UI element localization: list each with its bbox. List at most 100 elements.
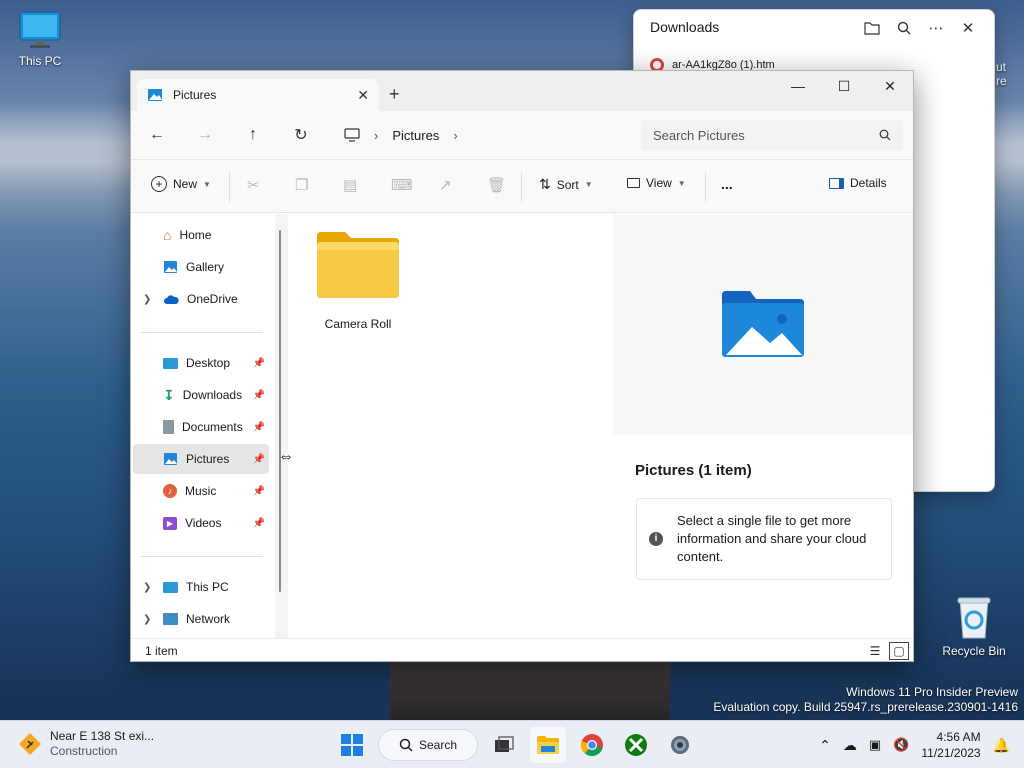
desktop-icon-this-pc[interactable]: This PC bbox=[2, 10, 78, 68]
network-disconnected-icon[interactable]: ☁ bbox=[843, 737, 857, 754]
address-bar[interactable]: › Pictures › bbox=[336, 120, 634, 150]
desktop-icon bbox=[163, 357, 178, 369]
pin-icon: 📌 bbox=[252, 517, 265, 529]
minimize-button[interactable]: — bbox=[775, 71, 821, 101]
tiles-view-icon[interactable]: ▢ bbox=[889, 642, 909, 660]
forward-button[interactable]: → bbox=[191, 123, 219, 147]
gallery-icon bbox=[164, 261, 177, 273]
sidebar-item-pictures[interactable]: Pictures 📌 bbox=[133, 444, 269, 474]
sidebar-item-label: Music bbox=[185, 484, 217, 498]
taskbar-apps: Search bbox=[334, 727, 698, 763]
delete-button[interactable]: 🗑 bbox=[487, 176, 506, 194]
sort-button[interactable]: ⇅ Sort ▼ bbox=[539, 176, 593, 193]
rename-button[interactable]: ⌨ bbox=[391, 176, 413, 194]
cut-button[interactable]: ✂ bbox=[247, 176, 260, 194]
pin-icon: 📌 bbox=[252, 453, 265, 465]
desktop-icon-recycle-bin[interactable]: Recycle Bin bbox=[936, 596, 1012, 658]
widgets-button[interactable]: Near E 138 St exi... Construction bbox=[18, 729, 154, 759]
up-button[interactable]: ↑ bbox=[239, 123, 267, 147]
navigation-bar: ← → ↑ ↻ › Pictures › Search Pictures bbox=[131, 111, 913, 159]
volume-muted-icon[interactable]: 🔇 bbox=[893, 737, 909, 753]
sidebar-item-downloads[interactable]: ↧ Downloads 📌 bbox=[133, 380, 269, 410]
sidebar-item-home[interactable]: ⌂ Home bbox=[133, 220, 269, 250]
chevron-right-icon[interactable]: ❯ bbox=[143, 614, 151, 625]
details-button[interactable]: Details bbox=[829, 176, 887, 190]
file-explorer-taskbar-button[interactable] bbox=[530, 727, 566, 763]
paste-button[interactable]: ▤ bbox=[343, 176, 357, 194]
maximize-button[interactable]: ☐ bbox=[821, 71, 867, 101]
tab-pictures[interactable]: Pictures ✕ bbox=[137, 79, 379, 111]
download-arrow-icon: ↧ bbox=[163, 386, 175, 403]
chevron-right-icon[interactable]: › bbox=[374, 128, 378, 143]
close-icon[interactable]: ✕ bbox=[954, 16, 982, 40]
copy-icon: ❐ bbox=[295, 177, 309, 194]
sidebar-item-label: Desktop bbox=[186, 356, 231, 370]
start-button[interactable] bbox=[334, 727, 370, 763]
view-button[interactable]: View ▼ bbox=[627, 176, 686, 190]
copy-button[interactable]: ❐ bbox=[295, 176, 308, 194]
divider bbox=[141, 332, 263, 333]
share-button[interactable]: ↗ bbox=[439, 176, 452, 194]
open-folder-icon[interactable] bbox=[858, 16, 886, 40]
xbox-taskbar-button[interactable] bbox=[618, 727, 654, 763]
back-button[interactable]: ← bbox=[143, 123, 171, 147]
chevron-right-icon[interactable]: ❯ bbox=[143, 582, 151, 593]
xbox-icon bbox=[625, 734, 647, 756]
task-view-button[interactable] bbox=[486, 727, 522, 763]
sidebar-item-gallery[interactable]: Gallery bbox=[133, 252, 269, 282]
trash-icon: 🗑 bbox=[487, 177, 507, 194]
sidebar-item-network[interactable]: ❯ Network bbox=[133, 604, 269, 634]
notification-bell-icon[interactable]: 🔔 bbox=[993, 737, 1010, 754]
clock-date: 11/21/2023 bbox=[921, 746, 981, 760]
taskbar-search-button[interactable]: Search bbox=[378, 729, 478, 761]
settings-taskbar-button[interactable] bbox=[662, 727, 698, 763]
sidebar-item-documents[interactable]: Documents 📌 bbox=[133, 412, 269, 442]
sidebar-item-this-pc[interactable]: ❯ This PC bbox=[133, 572, 269, 602]
new-button[interactable]: + New ▼ bbox=[151, 176, 211, 192]
chrome-taskbar-button[interactable] bbox=[574, 727, 610, 763]
file-list: Camera Roll bbox=[288, 214, 610, 638]
search-icon bbox=[399, 738, 413, 752]
device-icon[interactable]: ▣ bbox=[869, 737, 881, 753]
sidebar-item-videos[interactable]: ▶ Videos 📌 bbox=[133, 508, 269, 538]
breadcrumb-pictures[interactable]: Pictures bbox=[392, 128, 439, 143]
sidebar-item-onedrive[interactable]: ❯ OneDrive bbox=[133, 284, 269, 314]
clock-time: 4:56 AM bbox=[936, 730, 981, 744]
close-tab-icon[interactable]: ✕ bbox=[357, 87, 369, 104]
more-options-icon[interactable]: ⋯ bbox=[922, 16, 950, 40]
command-bar: + New ▼ ✂ ❐ ▤ ⌨ ↗ 🗑 ⇅ Sort ▼ View ▼ ... … bbox=[131, 159, 913, 213]
folder-item[interactable]: Camera Roll bbox=[310, 230, 406, 331]
details-info-text: Select a single file to get more informa… bbox=[677, 512, 867, 565]
refresh-button[interactable]: ↻ bbox=[287, 123, 315, 147]
gear-icon bbox=[671, 736, 689, 754]
search-icon[interactable] bbox=[890, 16, 918, 40]
scissors-icon: ✂ bbox=[247, 177, 260, 194]
home-icon: ⌂ bbox=[163, 227, 172, 243]
more-options-button[interactable]: ... bbox=[721, 176, 733, 192]
chevron-right-icon[interactable]: › bbox=[453, 128, 457, 143]
widget-subtitle: Construction bbox=[50, 744, 118, 758]
folder-label: Camera Roll bbox=[324, 317, 392, 331]
computer-icon bbox=[163, 581, 178, 593]
sidebar-item-music[interactable]: ♪ Music 📌 bbox=[133, 476, 269, 506]
clock[interactable]: 4:56 AM 11/21/2023 bbox=[921, 729, 980, 761]
details-view-icon[interactable]: ☰ bbox=[865, 642, 885, 660]
recycle-bin-icon bbox=[957, 597, 991, 639]
system-tray: ⌃ ☁ ▣ 🔇 4:56 AM 11/21/2023 🔔 bbox=[819, 729, 1010, 761]
view-label: View bbox=[646, 176, 672, 190]
sidebar-item-label: Videos bbox=[185, 516, 222, 530]
chevron-right-icon[interactable]: ❯ bbox=[143, 294, 151, 305]
tab-label: Pictures bbox=[173, 88, 217, 102]
pane-splitter[interactable] bbox=[275, 214, 288, 638]
close-window-button[interactable]: ✕ bbox=[867, 71, 913, 101]
search-placeholder: Search Pictures bbox=[653, 127, 745, 143]
divider bbox=[141, 556, 263, 557]
sidebar-item-label: Pictures bbox=[186, 452, 230, 466]
sidebar-item-desktop[interactable]: Desktop 📌 bbox=[133, 348, 269, 378]
scrollbar-thumb[interactable] bbox=[279, 230, 281, 592]
new-label: New bbox=[173, 177, 198, 191]
new-tab-button[interactable]: + bbox=[389, 84, 400, 105]
more-icon: ... bbox=[721, 176, 733, 192]
chevron-up-icon[interactable]: ⌃ bbox=[819, 737, 831, 754]
search-input[interactable]: Search Pictures bbox=[641, 120, 903, 150]
